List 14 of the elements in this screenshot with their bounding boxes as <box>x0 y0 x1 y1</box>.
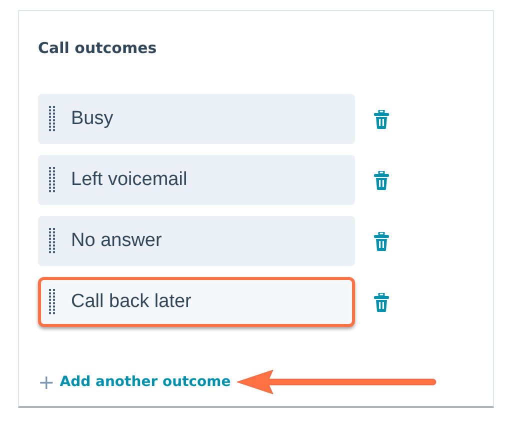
add-outcome-link[interactable]: + Add another outcome <box>38 370 231 394</box>
outcome-field[interactable]: Left voicemail <box>38 155 355 205</box>
section-title: Call outcomes <box>38 39 158 59</box>
drag-handle-icon[interactable] <box>49 228 55 254</box>
drag-handle-icon[interactable] <box>49 106 55 132</box>
drag-handle-icon[interactable] <box>49 167 55 193</box>
delete-button[interactable] <box>374 292 389 312</box>
outcome-field[interactable]: Busy <box>38 94 355 144</box>
drag-handle-icon[interactable] <box>49 289 55 315</box>
outcome-field[interactable]: Call back later <box>38 277 355 327</box>
delete-button[interactable] <box>374 110 389 128</box>
outcome-field[interactable]: No answer <box>38 216 355 266</box>
delete-button[interactable] <box>374 170 389 190</box>
delete-button[interactable] <box>374 232 389 250</box>
